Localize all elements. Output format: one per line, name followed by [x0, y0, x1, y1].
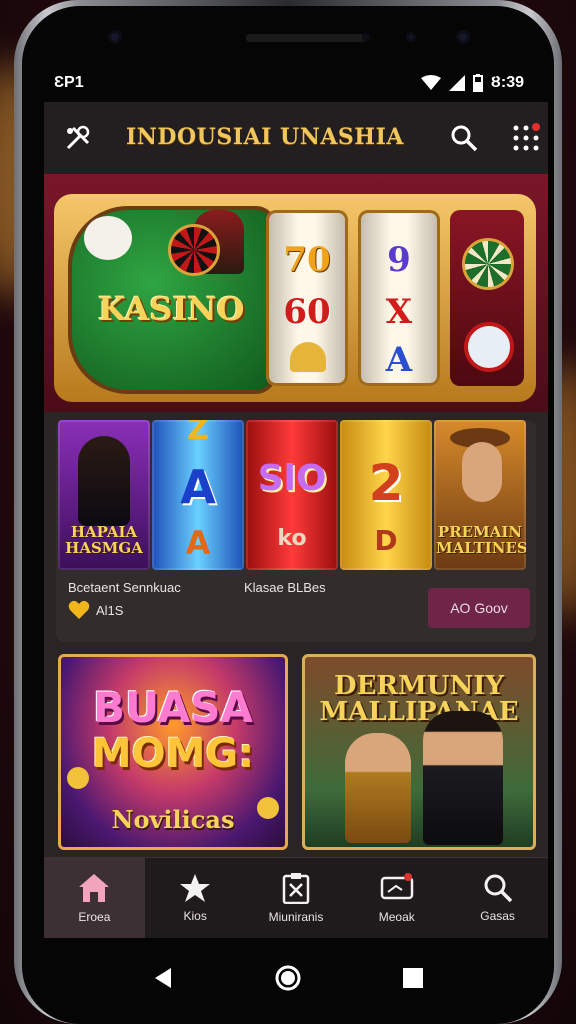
reel-symbol: 70	[283, 240, 331, 280]
reel-symbol: 2	[368, 454, 404, 512]
nav-label: Meoak	[378, 910, 415, 924]
status-bar: ƐP1 Ȣ:39	[44, 68, 532, 98]
promo-card-players[interactable]: DERMUNIY MALLIPANAE	[302, 654, 536, 850]
reel-symbol: 60	[283, 292, 331, 332]
chips-panel	[450, 210, 524, 386]
cowboy-character-art	[423, 711, 503, 845]
nav-item-messages[interactable]: Meoak	[346, 858, 447, 938]
app-screen: INDOUSIAI UNASHIA KASINO 70 60 9 X A HAP…	[44, 102, 548, 938]
front-sensor	[362, 33, 370, 41]
nav-item-home[interactable]: Eroea	[44, 858, 145, 938]
promo-title: DERMUNIY MALLIPANAE	[319, 671, 519, 727]
message-icon	[380, 873, 414, 900]
character-art	[462, 442, 502, 502]
kasino-logo: KASINO	[98, 290, 245, 328]
nav-item-favorites[interactable]: Kios	[145, 858, 246, 938]
game-tile-caption: HAPAIA HASMGA	[65, 523, 143, 557]
phone-body: ƐP1 Ȣ:39 INDOUSIAI UNASHIA KASINO 70 60 …	[22, 6, 554, 1024]
clock: Ȣ:39	[490, 74, 524, 91]
signal-icon	[448, 75, 465, 91]
game-tile-2[interactable]: Z A A	[152, 420, 244, 570]
phone-frame: ƐP1 Ȣ:39 INDOUSIAI UNASHIA KASINO 70 60 …	[14, 0, 562, 1024]
nav-label: Eroea	[78, 910, 111, 924]
reel-symbol: A	[180, 460, 216, 514]
promo-card-bonus[interactable]: BUASA MOMG: Novilicas	[58, 654, 288, 850]
app-bar: INDOUSIAI UNASHIA	[44, 102, 548, 174]
grid-icon[interactable]	[506, 118, 546, 158]
nav-item-missions[interactable]: Miuniranis	[246, 858, 347, 938]
promo-line-3: Novilicas	[111, 805, 235, 834]
reel-symbol: SlO	[257, 458, 327, 499]
game-row-card: HAPAIA HASMGA Z A A SlO ko 2 D PREMAIN M…	[56, 420, 536, 642]
clipboard-icon	[282, 873, 310, 904]
coin-icon	[67, 767, 89, 789]
home-button-icon[interactable]	[274, 964, 302, 992]
nav-label: Gasas	[480, 909, 515, 923]
carrier-label: ƐP1	[54, 74, 84, 91]
slot-reel-1: 70 60	[266, 210, 348, 386]
search-icon	[484, 874, 512, 903]
reel-symbol: A	[385, 340, 413, 380]
system-navigation-bar	[22, 948, 554, 1008]
rating-text: Al1S	[96, 602, 124, 618]
recents-icon[interactable]	[401, 966, 425, 990]
tile-label-left: Βcetaent Sennkuac	[68, 580, 181, 595]
game-tile-4[interactable]: 2 D	[340, 420, 432, 570]
bell-icon	[290, 342, 326, 372]
roulette-wheel	[168, 224, 220, 276]
wifi-icon	[420, 75, 441, 90]
reel-symbol: A	[185, 524, 211, 562]
home-icon	[79, 874, 110, 902]
search-icon[interactable]	[444, 118, 484, 158]
back-icon[interactable]	[151, 966, 175, 990]
app-title: INDOUSIAI UNASHIA	[126, 124, 404, 150]
woman-character-art	[345, 733, 411, 843]
character-art	[78, 436, 130, 526]
game-tile-5[interactable]: PREMAIN MALTINES	[434, 420, 526, 570]
slot-machine-frame: KASINO 70 60 9 X A	[54, 194, 536, 402]
chip-icon	[462, 238, 514, 290]
game-tile-1[interactable]: HAPAIA HASMGA	[58, 420, 150, 570]
reel-symbol: D	[374, 524, 398, 557]
hero-banner[interactable]: KASINO 70 60 9 X A	[44, 174, 548, 412]
reel-symbol: 9	[387, 240, 411, 280]
front-sensor-2	[406, 32, 416, 42]
tile-label-right: Klasae ΒLΒes	[244, 580, 326, 595]
reel-symbol: ko	[277, 526, 307, 551]
front-camera-right	[456, 30, 470, 44]
clock-chip-icon	[464, 322, 514, 372]
nav-label: Miuniranis	[268, 910, 324, 924]
star-icon	[180, 874, 211, 902]
reel-symbol: X	[385, 292, 413, 332]
go-button[interactable]: AO Goov	[428, 588, 530, 628]
nav-item-search[interactable]: Gasas	[447, 858, 548, 938]
heart-icon	[68, 600, 90, 619]
dog-mascot	[84, 216, 132, 260]
game-tile-3[interactable]: SlO ko	[246, 420, 338, 570]
reel-symbol: Z	[187, 420, 209, 447]
nav-label: Kios	[183, 909, 207, 923]
battery-icon	[472, 74, 483, 92]
tools-icon[interactable]	[58, 118, 98, 158]
status-icons: Ȣ:39	[420, 74, 524, 92]
promo-line-2: MOMG:	[91, 731, 255, 777]
earpiece-speaker	[246, 34, 366, 42]
slot-reel-2: 9 X A	[358, 210, 440, 386]
promo-line-1: BUASA	[92, 683, 254, 732]
game-tile-caption: PREMAIN MALTINES	[436, 523, 526, 557]
bottom-navigation: Eroea Kios Miuniranis Meoak Gasas	[44, 857, 548, 938]
front-camera	[108, 30, 122, 44]
rating: Al1S	[68, 600, 123, 620]
